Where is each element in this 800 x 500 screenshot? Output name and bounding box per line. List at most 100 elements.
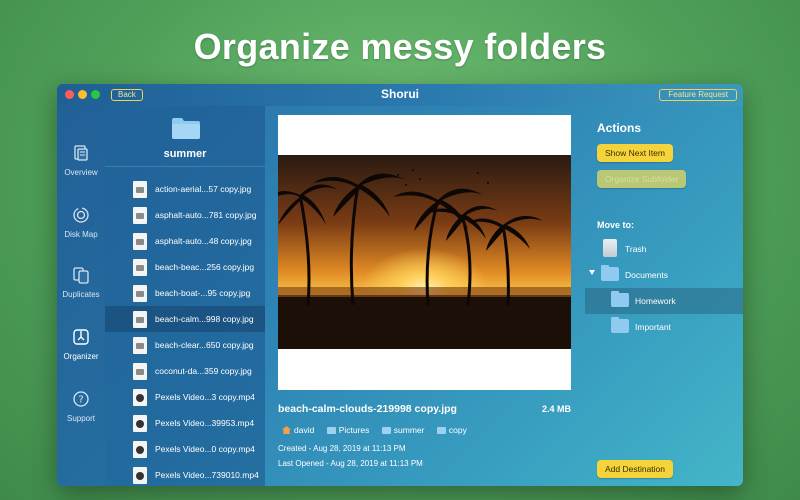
image-file-icon bbox=[133, 181, 147, 198]
file-name: beach-beac...256 copy.jpg bbox=[155, 262, 255, 272]
folder-icon bbox=[326, 427, 336, 434]
sidebar-item-label: Duplicates bbox=[62, 290, 100, 299]
destination-documents[interactable]: Documents bbox=[585, 262, 743, 288]
list-item[interactable]: asphalt-auto...781 copy.jpg bbox=[105, 202, 265, 228]
list-item[interactable]: beach-beac...256 copy.jpg bbox=[105, 254, 265, 280]
image-file-icon bbox=[133, 233, 147, 250]
breadcrumb-label: copy bbox=[448, 425, 467, 435]
list-item[interactable]: Pexels Video...0 copy.mp4 bbox=[105, 436, 265, 462]
file-name: coconut-da...359 copy.jpg bbox=[155, 366, 252, 376]
file-list-panel: summer action-aerial...57 copy.jpg aspha… bbox=[105, 106, 265, 486]
trash-icon bbox=[603, 239, 617, 257]
destination-label: Homework bbox=[635, 296, 676, 306]
feature-request-button[interactable]: Feature Request bbox=[659, 89, 737, 101]
duplicates-icon bbox=[73, 267, 89, 284]
sidebar-item-label: Support bbox=[66, 414, 96, 423]
destination-label: Documents bbox=[625, 270, 668, 280]
breadcrumb-label: Pictures bbox=[338, 425, 370, 435]
beach-sunset-photo bbox=[278, 155, 571, 349]
list-item[interactable]: Pexels Video...739010.mp4 bbox=[105, 462, 265, 486]
sidebar-item-overview[interactable]: Overview bbox=[57, 144, 105, 177]
image-file-icon bbox=[133, 285, 147, 302]
last-opened-date: Last Opened - Aug 28, 2019 at 11:13 PM bbox=[278, 459, 423, 468]
image-file-icon bbox=[133, 311, 147, 328]
video-file-icon bbox=[133, 415, 147, 432]
video-file-icon bbox=[133, 467, 147, 484]
list-item[interactable]: Pexels Video...39953.mp4 bbox=[105, 410, 265, 436]
file-name: Pexels Video...3 copy.mp4 bbox=[155, 392, 255, 402]
sidebar-item-label: Organizer bbox=[63, 352, 99, 361]
sidebar-item-label: Overview bbox=[64, 168, 98, 177]
image-preview bbox=[278, 115, 571, 390]
file-name: beach-calm...998 copy.jpg bbox=[155, 314, 254, 324]
video-file-icon bbox=[133, 389, 147, 406]
organize-subfolder-button[interactable]: Organize Subfolder bbox=[597, 170, 687, 188]
show-next-item-button[interactable]: Show Next Item bbox=[597, 144, 673, 162]
sidebar: Overview Disk Map Duplicates Organizer ?… bbox=[57, 106, 105, 486]
breadcrumb-item-copy[interactable]: copy bbox=[436, 425, 467, 435]
list-item[interactable]: beach-clear...650 copy.jpg bbox=[105, 332, 265, 358]
destination-homework[interactable]: Homework bbox=[585, 288, 743, 314]
actions-panel: Actions Show Next Item Organize Subfolde… bbox=[585, 106, 743, 486]
add-destination-button[interactable]: Add Destination bbox=[597, 460, 674, 478]
sidebar-item-disk-map[interactable]: Disk Map bbox=[57, 206, 105, 239]
list-item[interactable]: asphalt-auto...48 copy.jpg bbox=[105, 228, 265, 254]
video-file-icon bbox=[133, 441, 147, 458]
folder-icon bbox=[381, 427, 391, 434]
file-name: asphalt-auto...48 copy.jpg bbox=[155, 236, 252, 246]
disclosure-triangle-icon[interactable] bbox=[589, 270, 595, 275]
file-name: Pexels Video...0 copy.mp4 bbox=[155, 444, 255, 454]
list-item-selected[interactable]: beach-calm...998 copy.jpg bbox=[105, 306, 265, 332]
destination-label: Important bbox=[635, 322, 671, 332]
destination-label: Trash bbox=[625, 244, 647, 254]
sidebar-item-duplicates[interactable]: Duplicates bbox=[57, 266, 105, 299]
destination-trash[interactable]: Trash bbox=[585, 236, 743, 262]
file-name: action-aerial...57 copy.jpg bbox=[155, 184, 252, 194]
preview-file-size: 2.4 MB bbox=[541, 404, 571, 414]
file-name: beach-clear...650 copy.jpg bbox=[155, 340, 254, 350]
breadcrumb: david Pictures summer copy bbox=[282, 425, 477, 435]
disk-map-icon bbox=[73, 207, 89, 223]
sidebar-item-label: Disk Map bbox=[64, 230, 98, 239]
breadcrumb-label: summer bbox=[393, 425, 425, 435]
preview-file-name: beach-calm-clouds-219998 copy.jpg bbox=[278, 403, 457, 415]
move-to-label: Move to: bbox=[597, 220, 634, 230]
list-item[interactable]: coconut-da...359 copy.jpg bbox=[105, 358, 265, 384]
breadcrumb-item-summer[interactable]: summer bbox=[381, 425, 425, 435]
window-title: Shorui bbox=[381, 87, 419, 101]
folder-icon bbox=[172, 118, 200, 139]
support-icon: ? bbox=[73, 391, 89, 407]
title-bar: Back Shorui Feature Request bbox=[57, 84, 743, 106]
sidebar-item-organizer[interactable]: Organizer bbox=[57, 328, 105, 361]
divider bbox=[105, 166, 265, 167]
image-file-icon bbox=[133, 259, 147, 276]
breadcrumb-item-pictures[interactable]: Pictures bbox=[326, 425, 370, 435]
list-item[interactable]: Pexels Video...3 copy.mp4 bbox=[105, 384, 265, 410]
svg-text:?: ? bbox=[78, 395, 83, 406]
folder-icon bbox=[436, 427, 446, 434]
preview-panel: beach-calm-clouds-219998 copy.jpg 2.4 MB… bbox=[265, 106, 585, 486]
created-date: Created - Aug 28, 2019 at 11:13 PM bbox=[278, 444, 406, 453]
image-file-icon bbox=[133, 207, 147, 224]
image-file-icon bbox=[133, 363, 147, 380]
file-name: Pexels Video...739010.mp4 bbox=[155, 470, 259, 480]
breadcrumb-label: david bbox=[294, 425, 315, 435]
overview-icon bbox=[74, 145, 88, 161]
file-name: beach-boat-...95 copy.jpg bbox=[155, 288, 251, 298]
organizer-icon bbox=[73, 329, 89, 345]
current-folder-name: summer bbox=[163, 148, 207, 160]
folder-icon bbox=[611, 317, 629, 333]
file-name: asphalt-auto...781 copy.jpg bbox=[155, 210, 257, 220]
folder-icon bbox=[611, 291, 629, 307]
file-name: Pexels Video...39953.mp4 bbox=[155, 418, 255, 428]
folder-icon bbox=[601, 265, 619, 281]
destination-important[interactable]: Important bbox=[585, 314, 743, 340]
headline: Organize messy folders bbox=[193, 26, 607, 67]
list-item[interactable]: action-aerial...57 copy.jpg bbox=[105, 176, 265, 202]
sidebar-item-support[interactable]: ? Support bbox=[57, 390, 105, 423]
list-item[interactable]: beach-boat-...95 copy.jpg bbox=[105, 280, 265, 306]
app-window: Back Shorui Feature Request Overview Dis… bbox=[57, 84, 743, 486]
home-icon bbox=[282, 426, 291, 434]
actions-title: Actions bbox=[597, 121, 642, 135]
breadcrumb-item-home[interactable]: david bbox=[282, 425, 314, 435]
